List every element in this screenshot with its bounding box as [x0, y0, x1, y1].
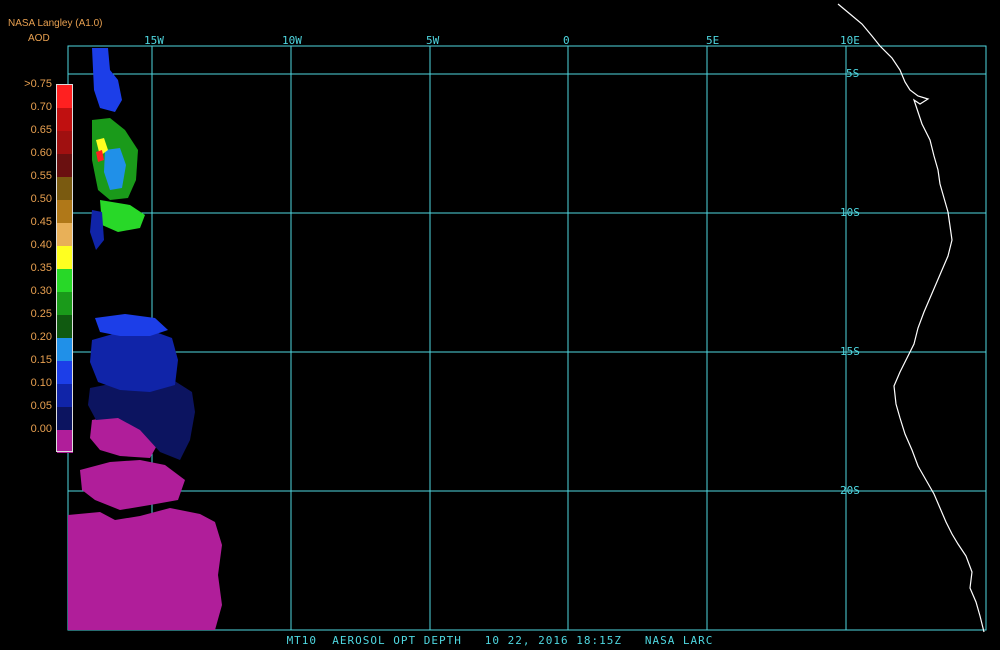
lon-label-10w: 10W	[282, 34, 302, 47]
legend-label: 0.35	[30, 262, 52, 274]
legend-label: 0.25	[30, 308, 52, 320]
legend-label: 0.10	[30, 377, 52, 389]
aod-map	[67, 3, 987, 633]
aod-region-north-blue2	[90, 210, 104, 250]
legend-label: 0.05	[30, 400, 52, 412]
lat-label-20s: 20S	[840, 484, 860, 497]
legend-label: 0.00	[30, 423, 52, 435]
aod-region-blue-strip	[95, 314, 168, 336]
coastline	[837, 3, 985, 633]
legend-label: 0.30	[30, 285, 52, 297]
aod-region-north-blue	[92, 48, 122, 112]
longitude-gridlines	[151, 46, 847, 630]
source-title: NASA Langley (A1.0)	[8, 18, 103, 29]
aod-region-low-south	[68, 508, 222, 630]
legend-label: 0.45	[30, 216, 52, 228]
map-caption: MT10 AEROSOL OPT DEPTH 10 22, 2016 18:15…	[286, 634, 714, 647]
legend-label: 0.40	[30, 239, 52, 251]
legend-label: 0.70	[30, 101, 52, 113]
legend-label: 0.65	[30, 124, 52, 136]
legend-label: 0.55	[30, 170, 52, 182]
lon-label-15w: 15W	[144, 34, 164, 47]
lon-label-5w: 5W	[426, 34, 440, 47]
lon-label-5e: 5E	[706, 34, 720, 47]
legend-label: 0.20	[30, 331, 52, 343]
aod-region-low-mid	[80, 460, 185, 510]
aod-region-mid-blue	[90, 330, 178, 392]
lon-label-10e: 10E	[840, 34, 860, 47]
aod-region-north-green2	[100, 200, 145, 232]
legend-label: >0.75	[24, 78, 52, 90]
legend-label: 0.60	[30, 147, 52, 159]
variable-title: AOD	[28, 33, 50, 44]
legend-border	[56, 84, 73, 452]
lon-label-0: 0	[563, 34, 570, 47]
legend-label: 0.15	[30, 354, 52, 366]
aod-swath	[68, 48, 222, 630]
legend-label: 0.50	[30, 193, 52, 205]
lat-label-15s: 15S	[840, 345, 860, 358]
lat-label-10s: 10S	[840, 206, 860, 219]
latitude-gridlines	[68, 73, 986, 492]
lat-label-5s: 5S	[846, 67, 860, 80]
